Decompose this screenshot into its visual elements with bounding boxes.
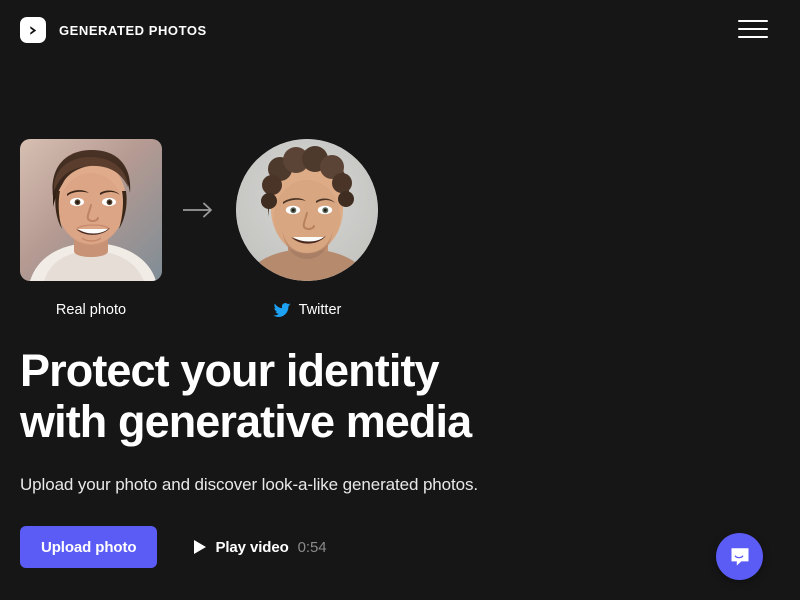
menu-bar-3 — [738, 36, 768, 38]
generated-photo-image — [236, 139, 378, 281]
real-photo-label: Real photo — [55, 302, 127, 318]
menu-bar-2 — [738, 28, 768, 30]
play-video-label: Play video — [215, 538, 289, 556]
page-root: GENERATED PHOTOS Real photo Twitter Prot… — [0, 0, 785, 600]
brand-name-text: GENERATED PHOTOS — [59, 22, 207, 38]
play-video-duration: 0:54 — [297, 538, 327, 556]
page-title: Protect your identity with generative me… — [20, 345, 472, 447]
arrow-right-icon — [162, 139, 236, 281]
generated-photo-caption: Twitter — [272, 302, 342, 318]
photo-comparison: Real photo Twitter — [20, 139, 378, 318]
real-photo-column: Real photo — [20, 139, 162, 318]
generated-photo-label: Twitter — [298, 302, 342, 318]
page-subtitle: Upload your photo and discover look-a-li… — [20, 475, 479, 494]
real-photo-image — [20, 139, 162, 281]
upload-photo-button[interactable]: Upload photo — [20, 526, 158, 568]
menu-bar-1 — [738, 20, 768, 22]
twitter-bird-icon — [272, 302, 291, 318]
chat-launcher-button[interactable] — [716, 533, 763, 580]
chat-bubble-icon — [728, 545, 752, 569]
play-triangle-icon — [194, 540, 207, 554]
brand-logo-link[interactable]: GENERATED PHOTOS — [20, 17, 207, 43]
real-photo-caption: Real photo — [56, 302, 126, 318]
cta-row: Upload photo Play video 0:54 — [20, 526, 327, 568]
play-video-button[interactable]: Play video 0:54 — [194, 538, 327, 556]
generated-photo-column: Twitter — [236, 139, 378, 318]
site-header: GENERATED PHOTOS — [0, 0, 785, 60]
chevron-right-logo-icon — [20, 17, 46, 43]
hamburger-menu-icon[interactable] — [738, 16, 768, 42]
